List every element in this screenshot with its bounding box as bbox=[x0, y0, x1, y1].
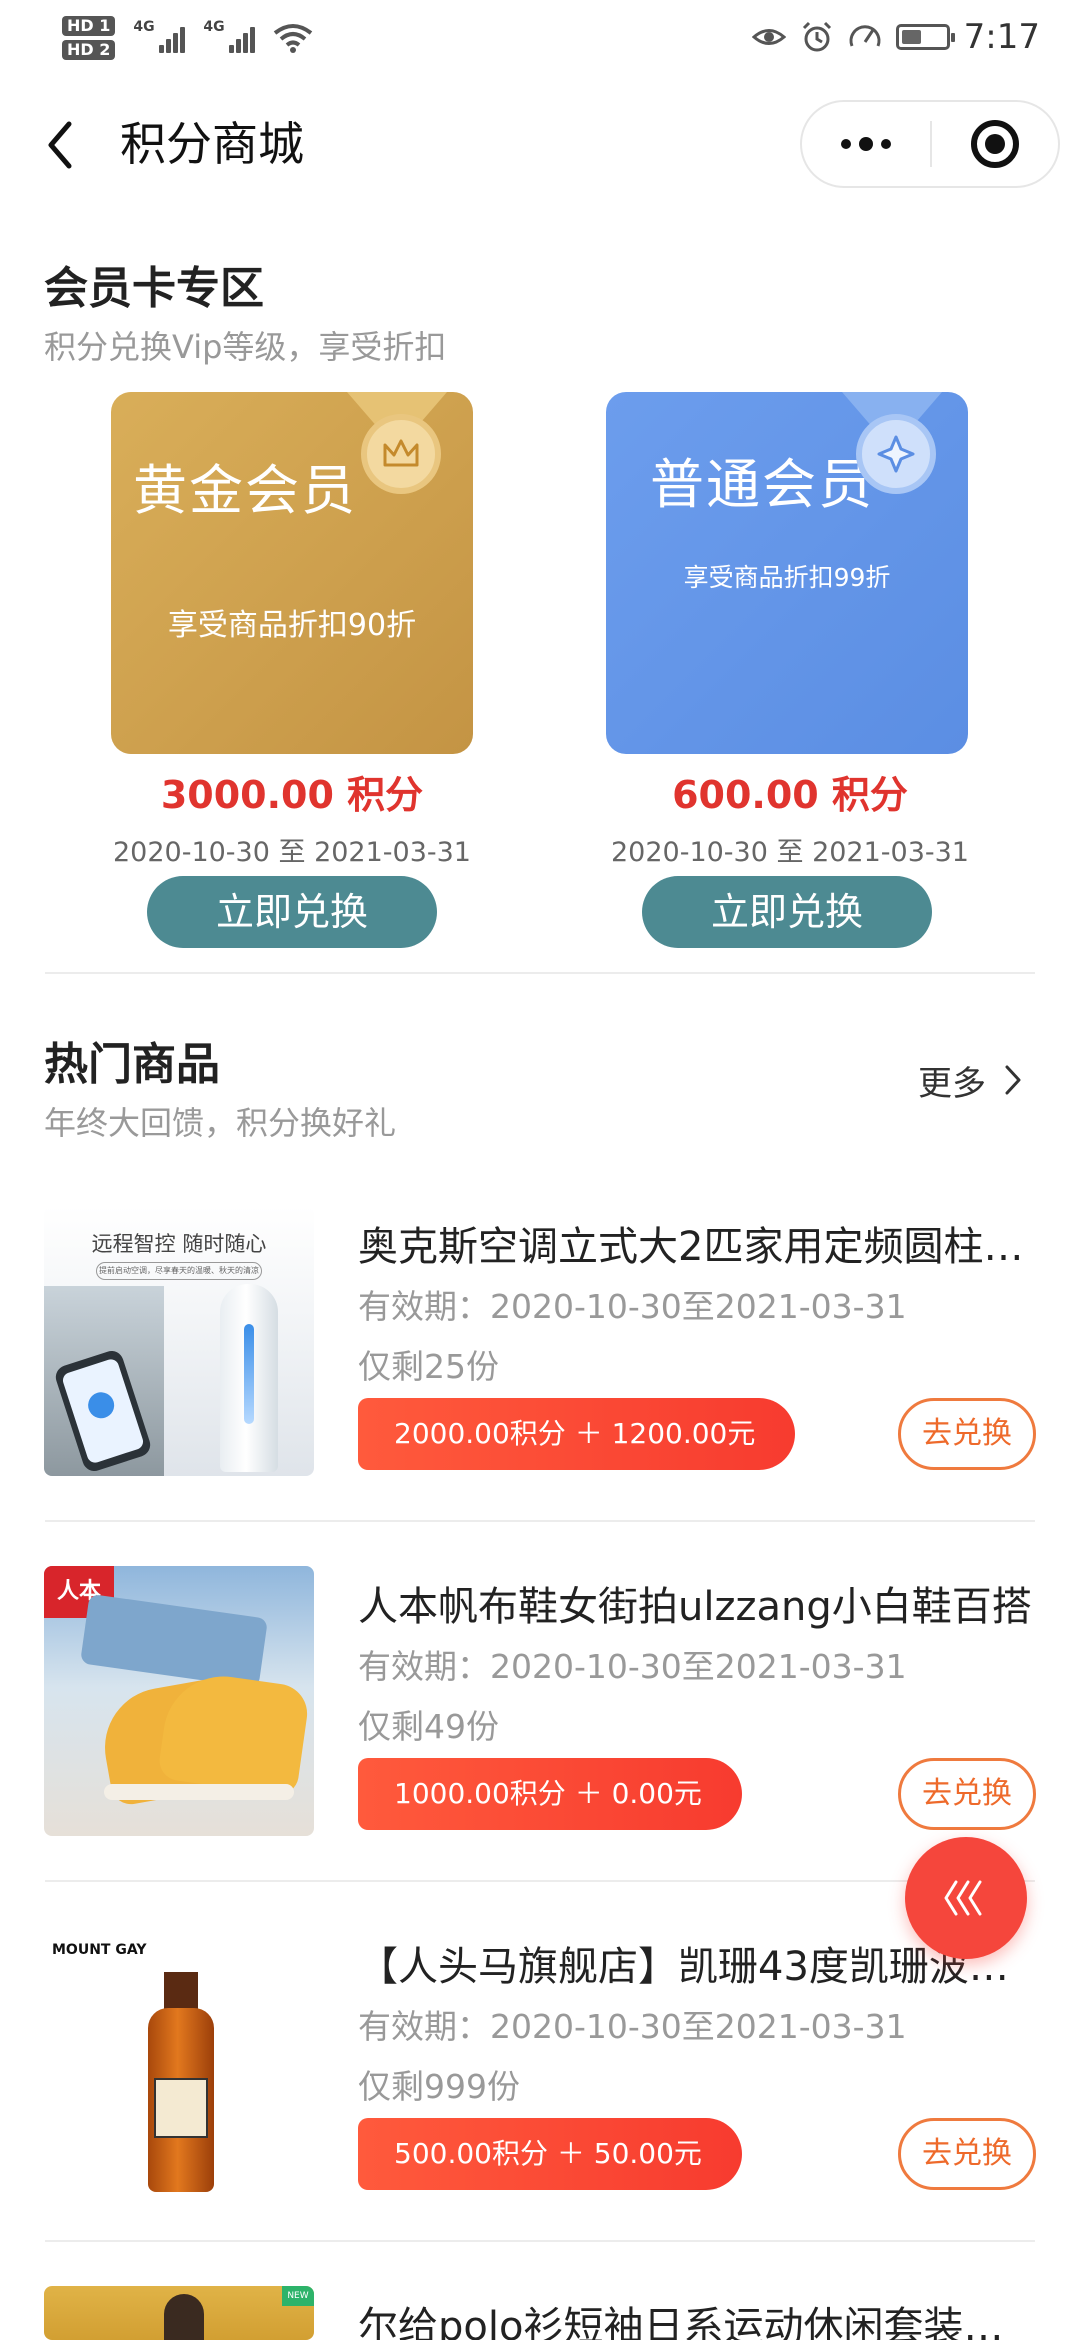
signal-2-icon: 4G bbox=[203, 19, 256, 53]
alarm-icon bbox=[802, 21, 831, 52]
card-desc: 享受商品折扣99折 bbox=[683, 563, 891, 592]
card-name: 普通会员 bbox=[650, 453, 874, 516]
hot-section-subtitle: 年终大回馈，积分换好礼 bbox=[44, 1104, 397, 1142]
gold-card-date: 2020-10-30 至 2021-03-31 bbox=[113, 837, 471, 868]
hd2-badge: HD 2 bbox=[62, 40, 116, 60]
card-name: 黄金会员 bbox=[133, 459, 357, 522]
product-title[interactable]: 人本帆布鞋女街拍ulzzang小白鞋百搭 bbox=[358, 1574, 1038, 1632]
product-validity: 有效期：2020-10-30至2021-03-31 bbox=[358, 2007, 907, 2046]
wifi-icon bbox=[274, 24, 313, 53]
product-item[interactable]: 人本 人本帆布鞋女街拍ulzzang小白鞋百搭 有效期：2020-10-30至2… bbox=[44, 1566, 1044, 1836]
product-image[interactable]: NEW bbox=[44, 2286, 314, 2340]
product-item[interactable]: 远程智控 随时随心 提前启动空调，尽享春天的温暖、秋天的清凉 奥克斯空调立式大2… bbox=[44, 1206, 1044, 1476]
hd-indicators: HD 1 HD 2 bbox=[62, 16, 116, 60]
rum-bottle bbox=[148, 2008, 214, 2192]
product-title[interactable]: 奥克斯空调立式大2匹家用定频圆柱柜机 bbox=[358, 1214, 1038, 1272]
more-label: 更多 bbox=[918, 1063, 986, 1104]
gold-redeem-button[interactable]: 立即兑换 bbox=[147, 876, 437, 948]
star-medal-icon bbox=[856, 414, 936, 494]
row-divider bbox=[45, 1520, 1035, 1522]
gold-card-price: 3000.00 积分 bbox=[160, 773, 424, 817]
hot-section-title: 热门商品 bbox=[44, 1039, 220, 1090]
image-caption: 远程智控 随时随心 bbox=[91, 1232, 267, 1256]
image-subcaption: 提前启动空调，尽享春天的温暖、秋天的清凉 bbox=[96, 1262, 262, 1280]
speed-icon bbox=[849, 25, 881, 47]
status-left: HD 1 HD 2 4G 4G bbox=[62, 10, 313, 66]
product-image[interactable]: MOUNT GAY bbox=[44, 1926, 314, 2196]
air-conditioner bbox=[220, 1284, 278, 1472]
redeem-button[interactable]: 去兑换 bbox=[898, 2118, 1036, 2190]
page-title: 积分商城 bbox=[120, 117, 304, 171]
product-price: 500.00积分 ＋ 50.00元 bbox=[358, 2118, 742, 2190]
regular-card-date: 2020-10-30 至 2021-03-31 bbox=[611, 837, 969, 868]
brand-logo: MOUNT GAY bbox=[52, 1942, 147, 1958]
target-icon bbox=[970, 120, 1019, 168]
gold-member-card[interactable]: 黄金会员 享受商品折扣90折 bbox=[111, 392, 473, 754]
product-image[interactable]: 人本 bbox=[44, 1566, 314, 1836]
product-validity: 有效期：2020-10-30至2021-03-31 bbox=[358, 1647, 907, 1686]
more-link[interactable]: 更多 bbox=[918, 1054, 1022, 1106]
clock: 7:17 bbox=[963, 17, 1040, 57]
hd1-badge: HD 1 bbox=[62, 16, 116, 36]
floating-back-button[interactable] bbox=[905, 1837, 1027, 1959]
product-item[interactable]: NEW 尔给polo衫短袖日系运动休闲套装男女 bbox=[44, 2286, 1044, 2340]
member-section-title: 会员卡专区 bbox=[44, 263, 264, 314]
card-desc: 享受商品折扣90折 bbox=[167, 608, 417, 643]
row-divider bbox=[45, 1880, 1035, 1882]
redeem-button[interactable]: 去兑换 bbox=[898, 1758, 1036, 1830]
product-price: 2000.00积分 ＋ 1200.00元 bbox=[358, 1398, 796, 1470]
product-stock: 仅剩999份 bbox=[358, 2067, 520, 2106]
product-stock: 仅剩25份 bbox=[358, 1347, 499, 1386]
product-validity: 有效期：2020-10-30至2021-03-31 bbox=[358, 1287, 907, 1326]
eye-icon bbox=[751, 29, 786, 45]
chevron-left-icon bbox=[48, 121, 72, 169]
new-badge: NEW bbox=[282, 2286, 314, 2306]
row-divider bbox=[45, 2240, 1035, 2242]
status-right: 7:17 bbox=[751, 12, 1040, 62]
signal-1-icon: 4G bbox=[133, 19, 186, 53]
crown-medal-icon bbox=[361, 414, 441, 494]
triple-chevron-left-icon bbox=[944, 1880, 982, 1916]
back-button[interactable] bbox=[30, 110, 90, 180]
close-button[interactable] bbox=[932, 102, 1058, 186]
redeem-button[interactable]: 去兑换 bbox=[898, 1398, 1036, 1470]
product-image[interactable]: 远程智控 随时随心 提前启动空调，尽享春天的温暖、秋天的清凉 bbox=[44, 1206, 314, 1476]
regular-card-price: 600.00 积分 bbox=[672, 773, 908, 817]
mini-program-capsule bbox=[800, 100, 1060, 188]
battery-icon bbox=[895, 24, 955, 50]
status-bar: HD 1 HD 2 4G 4G 7:17 bbox=[0, 0, 1080, 74]
product-stock: 仅剩49份 bbox=[358, 1707, 499, 1746]
chevron-right-icon bbox=[1005, 1065, 1021, 1095]
section-divider bbox=[45, 972, 1035, 974]
product-item[interactable]: MOUNT GAY 【人头马旗舰店】凯珊43度凯珊波本桶 有效期：2020-10… bbox=[44, 1926, 1044, 2196]
product-title[interactable]: 尔给polo衫短袖日系运动休闲套装男女 bbox=[358, 2294, 1038, 2340]
regular-redeem-button[interactable]: 立即兑换 bbox=[642, 876, 932, 948]
nav-bar: 积分商城 bbox=[0, 74, 1080, 210]
more-button[interactable] bbox=[802, 102, 930, 186]
product-price: 1000.00积分 ＋ 0.00元 bbox=[358, 1758, 742, 1830]
regular-member-card[interactable]: 普通会员 享受商品折扣99折 bbox=[606, 392, 968, 754]
battery-fill bbox=[901, 30, 921, 44]
more-dots-icon bbox=[841, 139, 851, 149]
member-section-subtitle: 积分兑换Vip等级，享受折扣 bbox=[44, 328, 447, 366]
